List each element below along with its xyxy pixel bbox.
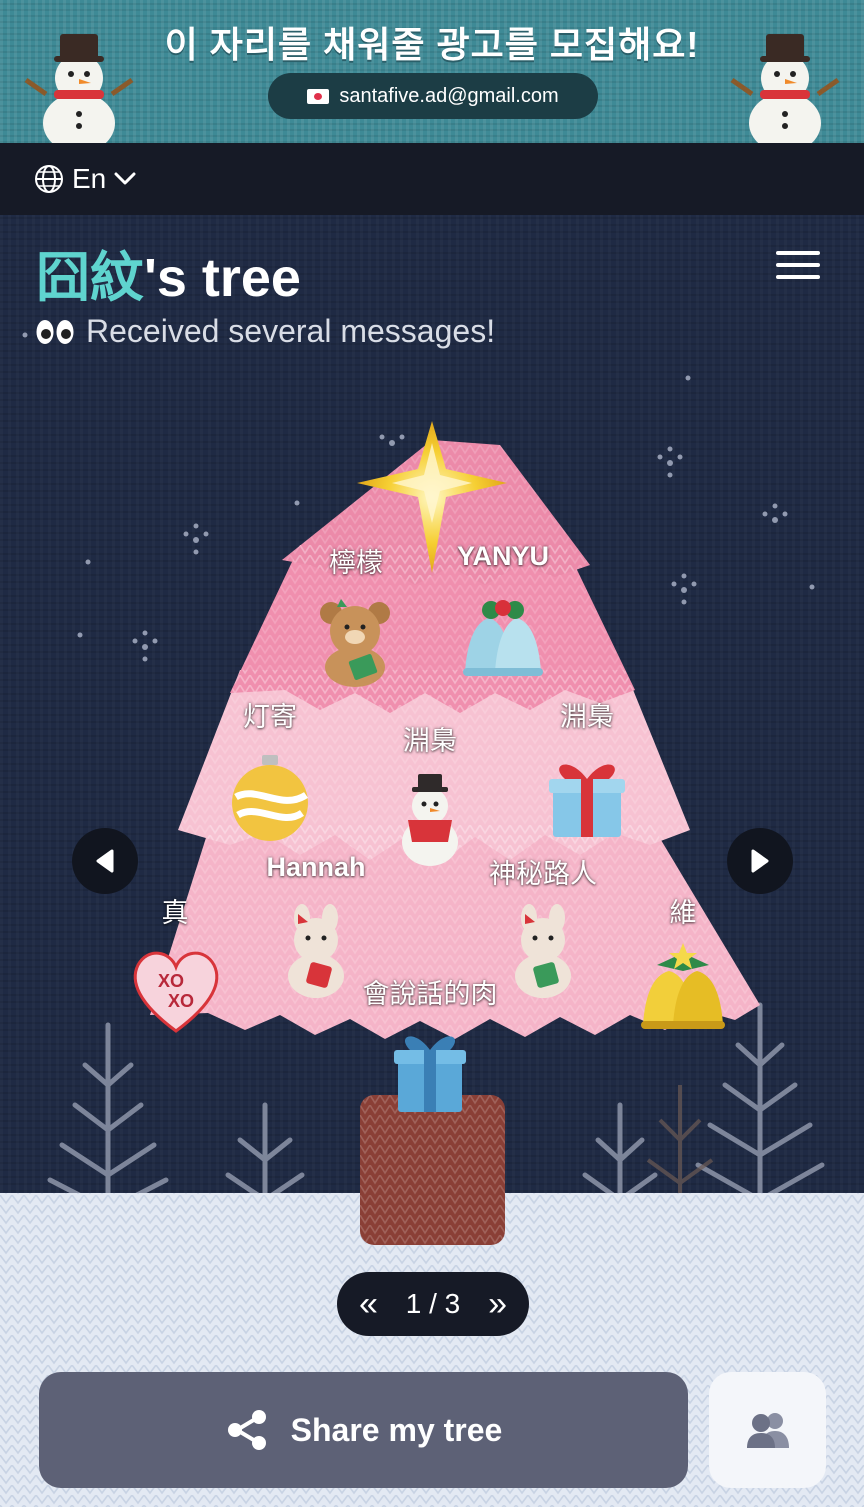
menu-button[interactable] <box>776 251 820 283</box>
prev-page-button[interactable] <box>72 828 138 894</box>
next-page-button[interactable] <box>727 828 793 894</box>
blue-gift-icon[interactable] <box>382 1022 478 1118</box>
message-author: 淵梟 <box>560 702 614 732</box>
pager-next-icon[interactable]: » <box>488 1287 507 1321</box>
language-label: En <box>72 163 107 194</box>
ad-email-pill[interactable]: santafive.ad@gmail.com <box>268 73 598 119</box>
current-page: 1 <box>405 1288 422 1319</box>
ad-banner[interactable]: 이 자리를 채워줄 광고를 모집해요! santafive.ad@gmail.c… <box>0 0 864 143</box>
owner-name: 囧紋 <box>36 248 144 308</box>
pagination: « 1 / 3 » <box>337 1272 529 1336</box>
mail-icon <box>307 88 330 104</box>
hamburger-line <box>776 275 820 279</box>
golden-bells-icon[interactable] <box>635 941 731 1037</box>
message-author: 淵梟 <box>403 726 457 756</box>
message-author: Hannah <box>266 852 366 882</box>
message-author: 會說話的肉 <box>362 979 498 1009</box>
share-icon <box>227 1410 266 1450</box>
message-author: 維 <box>669 898 697 928</box>
svg-text:XO: XO <box>158 971 184 991</box>
xoxo-heart-icon[interactable]: XO XO <box>128 941 224 1037</box>
yellow-bauble-icon[interactable] <box>222 749 318 845</box>
message-author: 灯寄 <box>243 702 297 732</box>
globe-icon <box>35 165 63 193</box>
page-separator: / <box>429 1288 437 1319</box>
snowman-icon[interactable] <box>382 772 478 868</box>
bunny-bear-icon[interactable] <box>268 904 364 1000</box>
page-title: 囧紋's tree <box>36 233 301 312</box>
chevron-down-icon <box>114 172 136 185</box>
subtitle: Received several messages! <box>36 313 495 350</box>
caret-left-icon <box>96 849 114 873</box>
ad-email: santafive.ad@gmail.com <box>339 84 559 107</box>
message-author: YANYU <box>456 541 550 571</box>
language-selector[interactable]: En <box>34 163 136 195</box>
message-author: 神秘路人 <box>489 859 597 889</box>
message-author: 檸檬 <box>329 548 383 578</box>
page-indicator: 1 / 3 <box>406 1288 461 1320</box>
top-bar: En <box>0 143 864 215</box>
share-tree-button[interactable]: Share my tree <box>39 1372 688 1488</box>
svg-text:XO: XO <box>168 991 194 1011</box>
subtitle-text: Received several messages! <box>86 313 496 349</box>
hamburger-icon <box>776 251 820 255</box>
gift-box-icon[interactable] <box>539 749 635 845</box>
caret-right-icon <box>751 849 769 873</box>
friends-button[interactable] <box>709 1372 826 1488</box>
message-author: 真 <box>161 898 189 928</box>
snowman-icon <box>730 34 840 143</box>
tree-scene: 囧紋's tree Received several messages! 檸檬 … <box>0 215 864 1507</box>
blue-bells-icon[interactable] <box>455 592 551 688</box>
hamburger-line <box>776 263 820 267</box>
bunny-bear-icon[interactable] <box>495 904 591 1000</box>
total-pages: 3 <box>444 1288 461 1319</box>
eyes-icon <box>36 319 74 344</box>
pager-prev-icon[interactable]: « <box>359 1287 378 1321</box>
users-icon <box>746 1413 789 1448</box>
share-label: Share my tree <box>290 1411 503 1448</box>
teddy-bear-icon[interactable] <box>307 595 403 691</box>
title-suffix: 's tree <box>144 248 301 308</box>
